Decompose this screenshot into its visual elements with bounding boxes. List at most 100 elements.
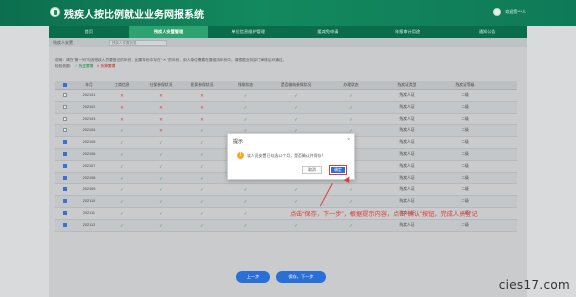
status-cell: ✓ [223, 114, 268, 126]
row-select-cell[interactable] [55, 148, 75, 161]
table-row: 202109 ✓ ✓ ✓ ✓ ✓ ✓ 残疾人证 二级 [55, 184, 517, 197]
cross-icon: ✕ [159, 104, 163, 110]
status-cell: ✓ [141, 148, 181, 161]
row-select-cell[interactable] [55, 114, 75, 126]
year-cell: 202112 [75, 219, 103, 232]
row-checkbox[interactable] [63, 104, 67, 109]
logo-icon [50, 7, 60, 17]
cert-type-cell: 残疾人证 [378, 196, 436, 208]
check-icon: ✓ [200, 199, 204, 205]
row-spacer [494, 184, 517, 197]
row-select-cell[interactable] [55, 101, 75, 114]
cross-icon: ✕ [120, 116, 124, 122]
nav-item[interactable]: 年报审计用途 [368, 26, 448, 38]
year-cell: 202101 [75, 90, 103, 102]
row-select-cell[interactable] [55, 161, 75, 173]
check-icon: ✓ [120, 163, 124, 169]
row-checkbox[interactable] [63, 140, 67, 145]
year-cell: 202109 [75, 184, 103, 197]
check-icon: ✓ [349, 104, 353, 110]
table-header: 年月 工商信息 社保参保状况 医保参保状况 残联状态 是否缴纳参保状况 办理状态 残疾证类型残… [55, 81, 517, 90]
row-checkbox[interactable] [63, 151, 67, 156]
cert-level-cell: 二级 [436, 90, 494, 102]
check-icon: ✓ [294, 104, 298, 110]
status-cell: ✕ [141, 101, 181, 114]
status-cell: ✕ [181, 90, 223, 102]
status-cell: ✓ [223, 184, 268, 197]
row-checkbox[interactable] [63, 163, 67, 168]
year-cell: 202107 [75, 161, 103, 173]
system-title: 残疾人按比例就业业务网报系统 [64, 10, 204, 21]
nav-item[interactable]: 单位信息维护管理 [208, 26, 288, 38]
legend-line: 检验依据： ✓ 为正常项 ✕ 为异常项 [55, 63, 286, 69]
row-select-cell[interactable] [55, 137, 75, 149]
row-spacer [494, 208, 517, 220]
check-icon: ✓ [349, 199, 353, 205]
check-icon: ✓ [200, 140, 204, 146]
row-select-cell[interactable] [55, 219, 75, 232]
close-icon[interactable]: × [347, 137, 350, 143]
row-checkbox[interactable] [63, 222, 67, 227]
row-select-cell[interactable] [55, 184, 75, 197]
check-icon: ✓ [120, 151, 124, 157]
column-header: 办理状态 [324, 81, 378, 90]
save-next-button[interactable]: 保存，下一步 [276, 271, 326, 283]
select-all-checkbox[interactable] [63, 83, 67, 87]
row-select-cell[interactable] [55, 172, 75, 185]
check-icon: ✓ [120, 128, 124, 134]
prev-step-button[interactable]: 上一步 [236, 271, 270, 283]
status-cell: ✓ [324, 114, 378, 126]
nav-item[interactable]: 缓减免申请 [288, 26, 368, 38]
check-icon: ✓ [120, 222, 124, 228]
year-cell: 202102 [75, 101, 103, 114]
row-checkbox[interactable] [63, 93, 67, 97]
row-checkbox[interactable] [63, 210, 67, 215]
row-select-cell[interactable] [55, 90, 75, 102]
column-header: 残联状态 [223, 81, 268, 90]
row-select-cell[interactable] [55, 196, 75, 208]
row-checkbox[interactable] [63, 187, 67, 192]
confirm-button-highlight: 确定 [329, 165, 347, 175]
row-select-cell[interactable] [55, 125, 75, 138]
confirm-button[interactable]: 确定 [331, 167, 345, 173]
row-select-cell[interactable] [55, 208, 75, 220]
breadcrumb-input[interactable]: 残疾人安置信息 [109, 39, 167, 46]
row-checkbox[interactable] [63, 116, 67, 121]
row-spacer [494, 125, 517, 138]
nav-item[interactable]: 首页 [49, 26, 129, 38]
status-cell: ✓ [181, 208, 223, 220]
column-header: 残疾证等级 [436, 81, 494, 90]
row-checkbox[interactable] [63, 199, 67, 204]
status-cell: ✓ [181, 172, 223, 185]
nav-item[interactable]: 残疾人安置管理 [128, 26, 209, 38]
row-checkbox[interactable] [63, 175, 67, 180]
cert-level-cell: 二级 [436, 172, 494, 185]
user-area[interactable]: 欢迎您***人 [493, 8, 526, 16]
select-all-header[interactable] [55, 81, 75, 90]
nav-item[interactable]: 通知公告 [447, 26, 527, 38]
row-spacer [494, 114, 517, 126]
check-icon: ✓ [200, 175, 204, 181]
cross-icon: ✕ [200, 116, 204, 122]
column-header: 是否缴纳参保状况 [268, 81, 324, 90]
year-cell: 202110 [75, 196, 103, 208]
status-cell: ✓ [141, 219, 181, 232]
row-spacer [494, 137, 517, 149]
cancel-button[interactable]: 取消 [302, 166, 322, 174]
status-cell: ✓ [324, 101, 378, 114]
cert-type-cell: 残疾人证 [378, 114, 436, 126]
check-icon: ✓ [159, 210, 163, 216]
column-header: 工商信息 [103, 81, 141, 90]
cert-level-cell: 二级 [436, 219, 494, 232]
status-cell: ✓ [103, 184, 141, 197]
check-icon: ✓ [159, 187, 163, 193]
status-cell: ✕ [181, 114, 223, 126]
row-spacer [494, 101, 517, 114]
status-cell: ✓ [223, 219, 268, 232]
cert-level-cell: 二级 [436, 196, 494, 208]
cert-level-cell: 二级 [436, 137, 494, 149]
check-icon: ✓ [120, 210, 124, 216]
check-icon: ✓ [349, 93, 353, 98]
row-checkbox[interactable] [63, 128, 67, 133]
avatar[interactable] [493, 8, 502, 16]
